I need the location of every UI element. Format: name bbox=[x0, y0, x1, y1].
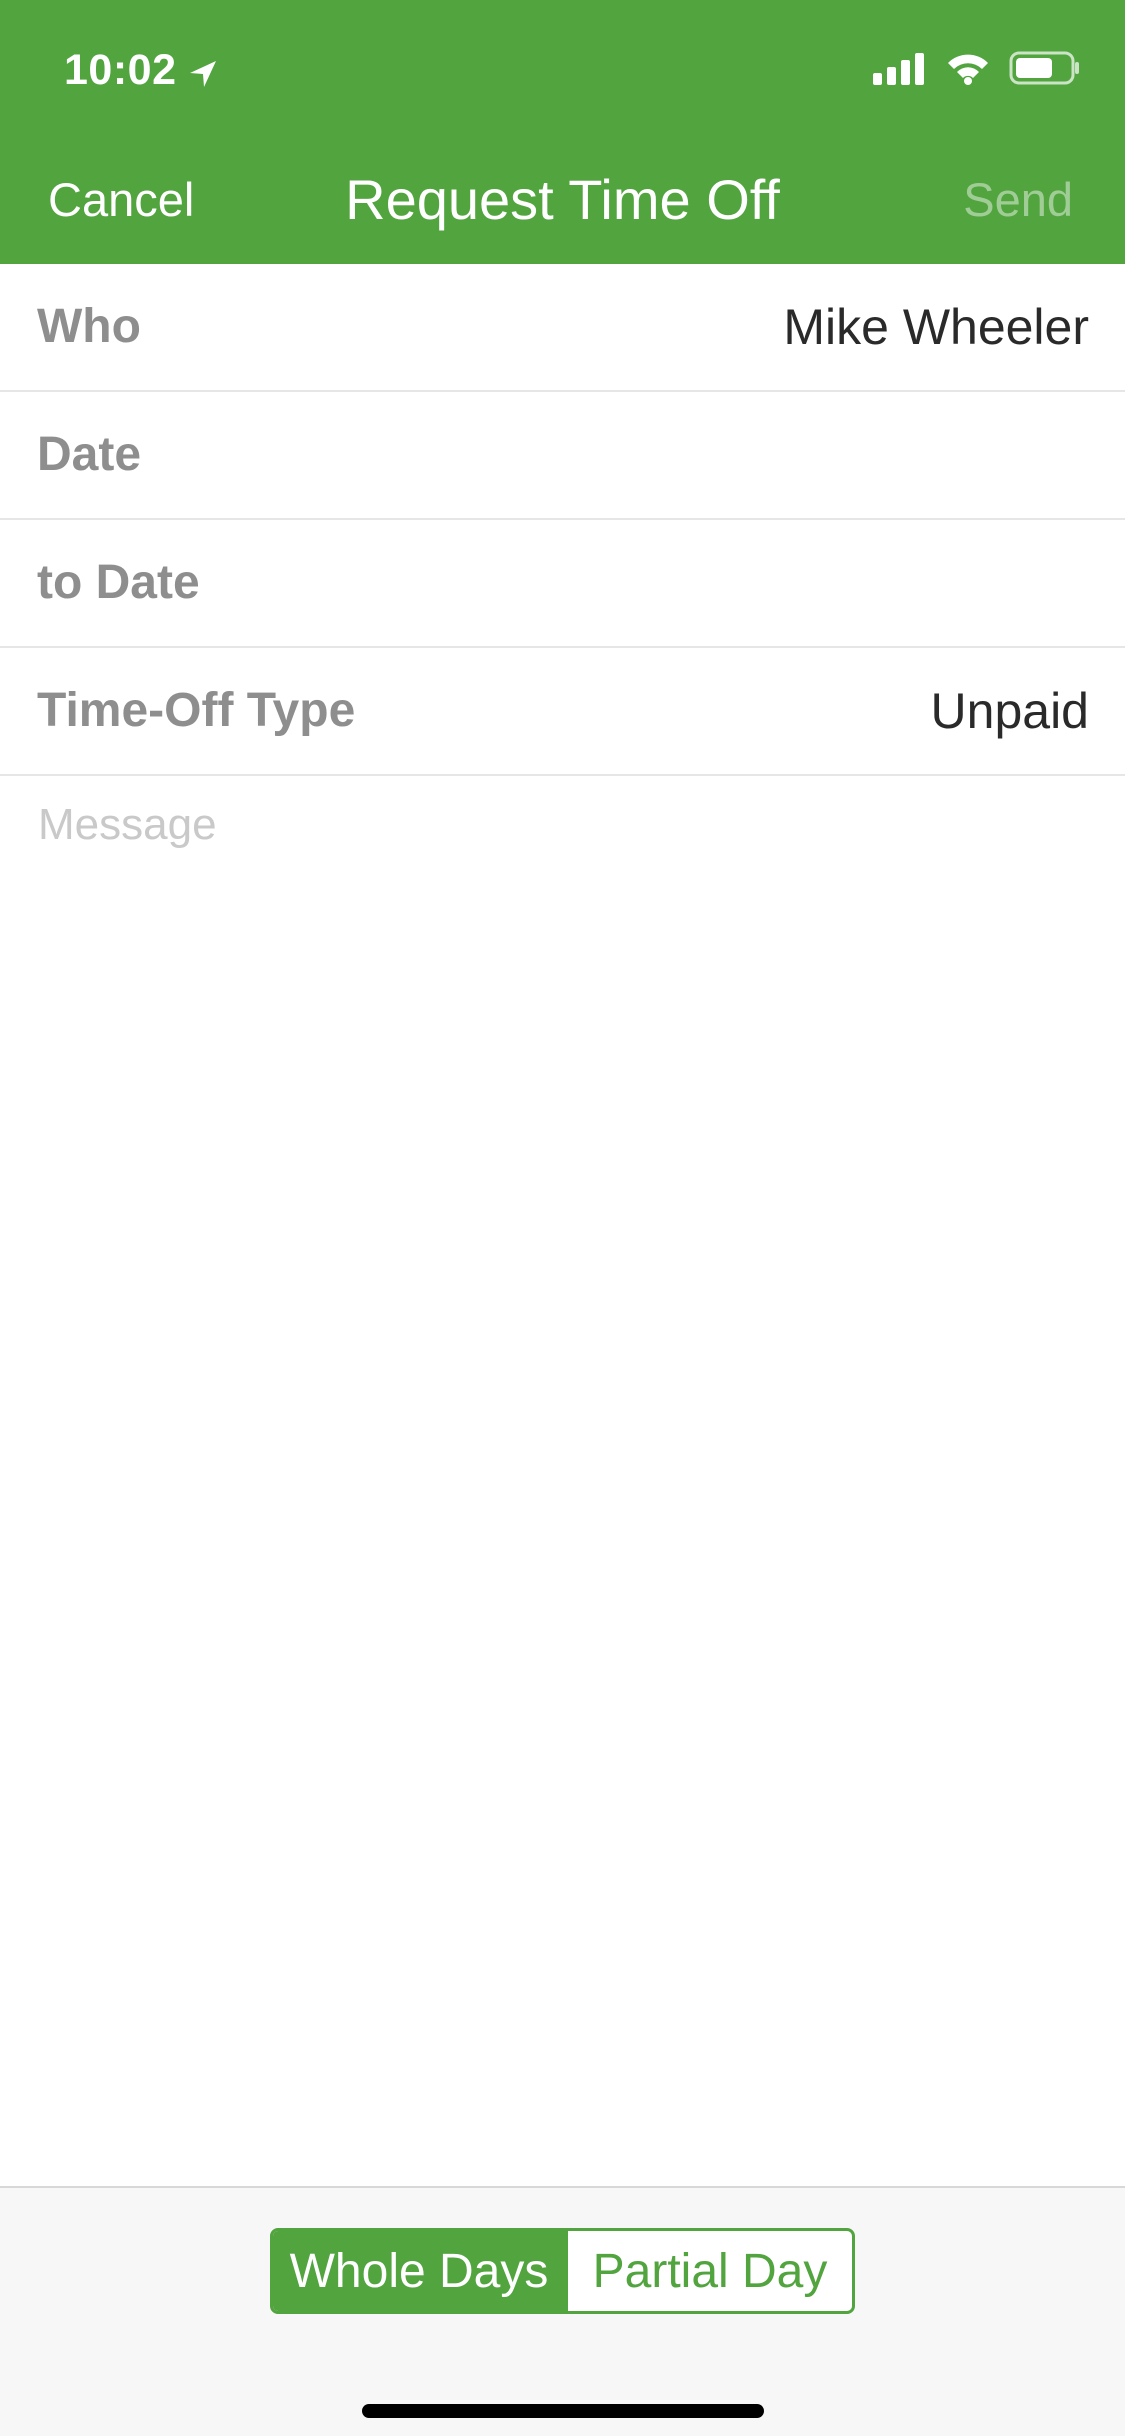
status-time-text: 10:02 bbox=[64, 45, 177, 94]
whole-days-segment[interactable]: Whole Days bbox=[273, 2231, 565, 2311]
message-input[interactable]: Message bbox=[38, 800, 1088, 850]
to-date-row[interactable]: to Date bbox=[0, 520, 1125, 648]
send-button[interactable]: Send bbox=[963, 162, 1073, 238]
date-label: Date bbox=[37, 428, 142, 481]
partial-day-segment[interactable]: Partial Day bbox=[565, 2231, 852, 2311]
status-bar-icons bbox=[873, 48, 1081, 92]
who-value: Mike Wheeler bbox=[783, 299, 1089, 355]
time-off-type-value: Unpaid bbox=[930, 683, 1089, 739]
battery-icon bbox=[1009, 50, 1081, 91]
time-off-type-label: Time-Off Type bbox=[37, 684, 356, 737]
page-title: Request Time Off bbox=[345, 168, 780, 231]
date-row[interactable]: Date bbox=[0, 392, 1125, 520]
status-bar-time: 10:02 bbox=[64, 40, 220, 100]
time-off-type-row[interactable]: Time-Off Type Unpaid bbox=[0, 648, 1125, 776]
who-label: Who bbox=[37, 300, 141, 353]
home-indicator[interactable] bbox=[362, 2404, 764, 2418]
to-date-label: to Date bbox=[37, 556, 200, 609]
who-row[interactable]: Who Mike Wheeler bbox=[0, 264, 1125, 392]
nav-header: 10:02 Cancel Request Time Off Send bbox=[0, 0, 1125, 264]
location-arrow-icon bbox=[186, 53, 220, 87]
duration-segmented-control: Whole Days Partial Day bbox=[270, 2228, 855, 2314]
bottom-toolbar: Whole Days Partial Day bbox=[0, 2186, 1125, 2436]
wifi-icon bbox=[945, 51, 991, 90]
cellular-signal-icon bbox=[873, 51, 927, 90]
